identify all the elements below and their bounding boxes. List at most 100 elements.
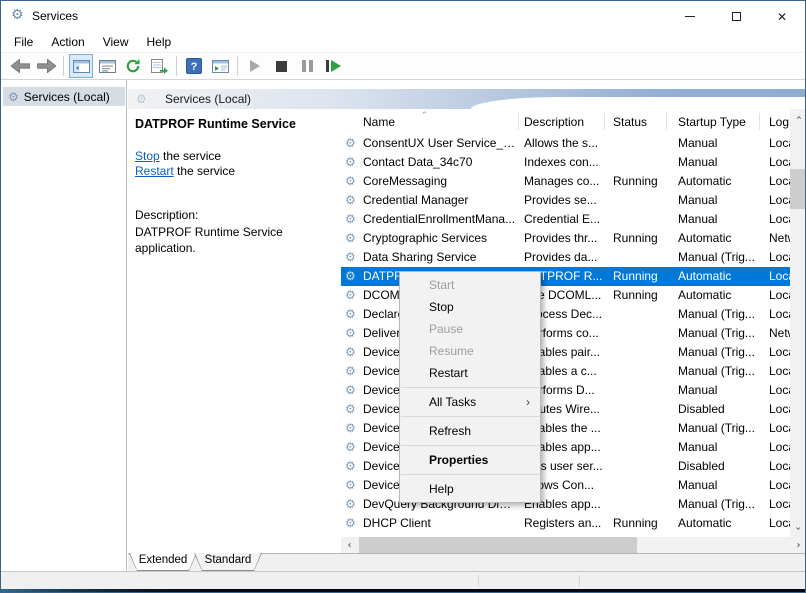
service-gear-icon: ⚙ — [345, 364, 356, 378]
column-header-logon[interactable]: Log — [769, 115, 789, 129]
service-row[interactable]: ⚙ CoreMessaging Manages co... Running Automa… — [341, 172, 790, 191]
refresh-icon — [126, 59, 140, 73]
status-bar-separator — [579, 575, 580, 587]
context-menu-item-stop[interactable]: Stop — [400, 296, 540, 318]
column-header-name[interactable]: Name — [363, 115, 395, 129]
tab-standard[interactable]: Standard — [194, 553, 262, 571]
console-tree-panel: ⚙ Services (Local) — [1, 80, 127, 571]
console-tree-icon — [72, 59, 90, 73]
service-row[interactable]: ⚙ CredentialEnrollmentMana... Credential E… — [341, 210, 790, 229]
sort-ascending-icon: ‹ — [420, 110, 430, 115]
help-button[interactable]: ? — [182, 54, 206, 78]
minimize-icon — [685, 16, 695, 17]
column-header-startup-type[interactable]: Startup Type — [678, 115, 746, 129]
service-startup-type-cell: Manual — [678, 155, 718, 169]
horizontal-scroll-thumb[interactable] — [359, 537, 637, 553]
context-menu-item-restart[interactable]: Restart — [400, 362, 540, 384]
service-gear-icon: ⚙ — [345, 136, 356, 150]
context-menu-item-resume: Resume — [429, 344, 474, 358]
tab-extended-label: Extended — [138, 554, 188, 566]
column-separator[interactable] — [604, 113, 605, 130]
restart-service-icon — [325, 60, 341, 72]
column-header-status[interactable]: Status — [613, 115, 647, 129]
service-logon-cell: Loca — [769, 250, 790, 264]
menu-file[interactable]: File — [5, 33, 42, 51]
context-menu-item-help[interactable]: Help — [400, 478, 540, 500]
vertical-scrollbar[interactable]: ‹ ‹ — [790, 109, 805, 537]
menu-separator — [401, 445, 539, 446]
scroll-down-icon[interactable]: ‹ — [790, 520, 805, 537]
service-name-cell: Contact Data_34c70 — [363, 155, 473, 169]
service-logon-cell: Netw — [769, 326, 790, 340]
pause-service-icon — [301, 60, 313, 72]
service-row[interactable]: ⚙ Cryptographic Services Provides thr... Ru… — [341, 229, 790, 248]
horizontal-scrollbar[interactable]: ‹ › — [341, 537, 805, 553]
maximize-button[interactable] — [713, 1, 759, 32]
refresh-button[interactable] — [121, 54, 145, 78]
column-header-description[interactable]: Description — [524, 115, 584, 129]
show-action-pane-button[interactable] — [208, 54, 232, 78]
service-logon-cell: Loca — [769, 345, 790, 359]
service-description-cell: Allows the s... — [524, 136, 599, 150]
service-row[interactable]: ⚙ Contact Data_34c70 Indexes con... Manual L… — [341, 153, 790, 172]
export-list-button[interactable] — [147, 54, 171, 78]
service-logon-cell: Loca — [769, 459, 790, 473]
back-button[interactable] — [8, 54, 32, 78]
context-menu-item-all-tasks[interactable]: All Tasks › — [400, 391, 540, 413]
stop-service-button[interactable] — [269, 54, 293, 78]
service-row[interactable]: ⚙ Data Sharing Service Provides da... Manua… — [341, 248, 790, 267]
service-startup-type-cell: Manual — [678, 383, 718, 397]
service-row[interactable]: ⚙ DHCP Client Registers an... Running Automa… — [341, 514, 790, 533]
desktop-edge — [1, 589, 805, 592]
service-gear-icon: ⚙ — [345, 383, 356, 397]
banner-title: Services (Local) — [165, 92, 252, 106]
service-row[interactable]: ⚙ ConsentUX User Service_34... Allows the … — [341, 134, 790, 153]
toolbar-separator — [63, 56, 64, 76]
tab-extended[interactable]: Extended — [129, 553, 197, 571]
show-console-tree-button[interactable] — [69, 54, 93, 78]
service-startup-type-cell: Disabled — [678, 402, 725, 416]
service-startup-type-cell: Automatic — [678, 231, 732, 245]
service-startup-type-cell: Manual (Trig... — [678, 497, 755, 511]
tree-item-services-local[interactable]: ⚙ Services (Local) — [3, 87, 125, 106]
context-menu: Start Stop Pause Resume Restart All Tasks › Ref… — [399, 271, 541, 503]
column-separator[interactable] — [666, 113, 667, 130]
description-text: DATPROF Runtime Service application. — [135, 225, 283, 255]
stop-service-icon — [275, 60, 287, 72]
scroll-up-icon[interactable]: ‹ — [790, 109, 805, 126]
status-bar — [1, 571, 805, 589]
service-gear-icon: ⚙ — [345, 155, 356, 169]
service-startup-type-cell: Manual (Trig... — [678, 326, 755, 340]
service-startup-type-cell: Manual — [678, 212, 718, 226]
restart-service-button[interactable] — [321, 54, 345, 78]
minimize-button[interactable] — [667, 1, 713, 32]
toolbar-separator — [237, 56, 238, 76]
service-row[interactable]: ⚙ Credential Manager Provides se... Manual L… — [341, 191, 790, 210]
selected-service-title: DATPROF Runtime Service — [135, 117, 296, 131]
scroll-left-icon[interactable]: ‹ — [341, 537, 358, 553]
stop-service-line: Stop the service — [135, 149, 221, 163]
service-gear-icon: ⚙ — [345, 478, 356, 492]
toolbar-separator — [176, 56, 177, 76]
service-logon-cell: Loca — [769, 402, 790, 416]
menu-action[interactable]: Action — [42, 33, 93, 51]
menu-help[interactable]: Help — [138, 33, 181, 51]
service-gear-icon: ⚙ — [345, 402, 356, 416]
restart-service-link[interactable]: Restart — [135, 164, 174, 178]
context-menu-item-properties[interactable]: Properties — [400, 449, 540, 471]
vertical-scroll-thumb[interactable] — [790, 169, 805, 209]
action-pane-icon — [211, 59, 229, 73]
service-description-cell: Manages co... — [524, 174, 600, 188]
close-button[interactable]: ✕ — [759, 1, 805, 32]
column-separator[interactable] — [518, 113, 519, 130]
scroll-right-icon[interactable]: › — [790, 537, 805, 553]
context-menu-item-refresh[interactable]: Refresh — [400, 420, 540, 442]
properties-dialog-button[interactable] — [95, 54, 119, 78]
service-logon-cell: Loca — [769, 174, 790, 188]
start-service-button — [243, 54, 267, 78]
forward-arrow-icon — [36, 59, 56, 73]
column-separator[interactable] — [759, 113, 760, 130]
menu-view[interactable]: View — [94, 33, 138, 51]
forward-button[interactable] — [34, 54, 58, 78]
stop-service-link[interactable]: Stop — [135, 149, 160, 163]
